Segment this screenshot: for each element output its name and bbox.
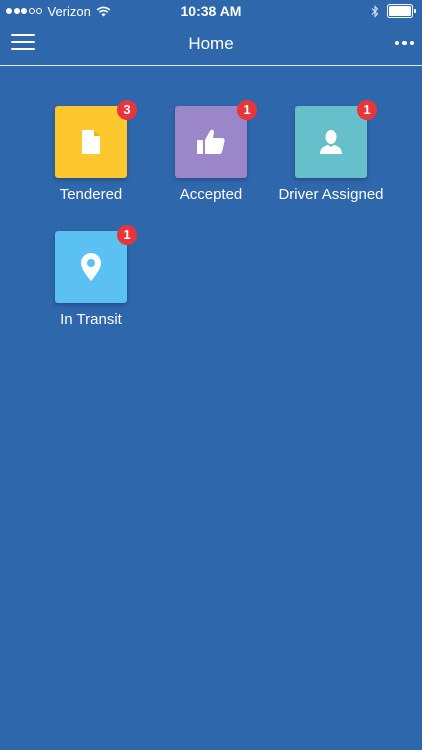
tile-driver-assigned[interactable]: 1 Driver Assigned — [271, 100, 391, 203]
tile-tendered-label: Tendered — [59, 186, 123, 203]
nav-bar: Home — [0, 22, 422, 66]
location-pin-icon — [81, 253, 101, 281]
tile-accepted-badge: 1 — [237, 100, 257, 120]
tile-accepted-box: 1 — [175, 100, 257, 178]
tile-accepted[interactable]: 1 Accepted — [151, 100, 271, 203]
more-dots-icon[interactable] — [392, 36, 414, 50]
tile-in-transit[interactable]: 1 In Transit — [31, 225, 151, 328]
document-icon — [82, 130, 100, 154]
status-right — [371, 3, 416, 19]
tile-in-transit-box: 1 — [55, 225, 137, 303]
person-icon — [320, 130, 342, 154]
tile-in-transit-badge: 1 — [117, 225, 137, 245]
status-time: 10:38 AM — [180, 3, 242, 19]
thumbs-up-icon — [197, 129, 225, 154]
tile-tendered-box: 3 — [55, 100, 137, 178]
tile-driver-assigned-badge: 1 — [357, 100, 377, 120]
tile-tendered[interactable]: 3 Tendered — [31, 100, 151, 203]
tile-driver-assigned-box: 1 — [295, 100, 377, 178]
tile-driver-assigned-label: Driver Assigned — [278, 186, 384, 203]
battery-tip — [414, 9, 416, 13]
tile-accepted-label: Accepted — [179, 186, 243, 203]
bluetooth-icon — [371, 4, 379, 18]
tile-tendered-badge: 3 — [117, 100, 137, 120]
status-bar: Verizon 10:38 AM — [0, 0, 422, 22]
page-title: Home — [188, 34, 234, 53]
battery-icon — [387, 4, 413, 18]
tile-in-transit-label: In Transit — [60, 311, 122, 328]
